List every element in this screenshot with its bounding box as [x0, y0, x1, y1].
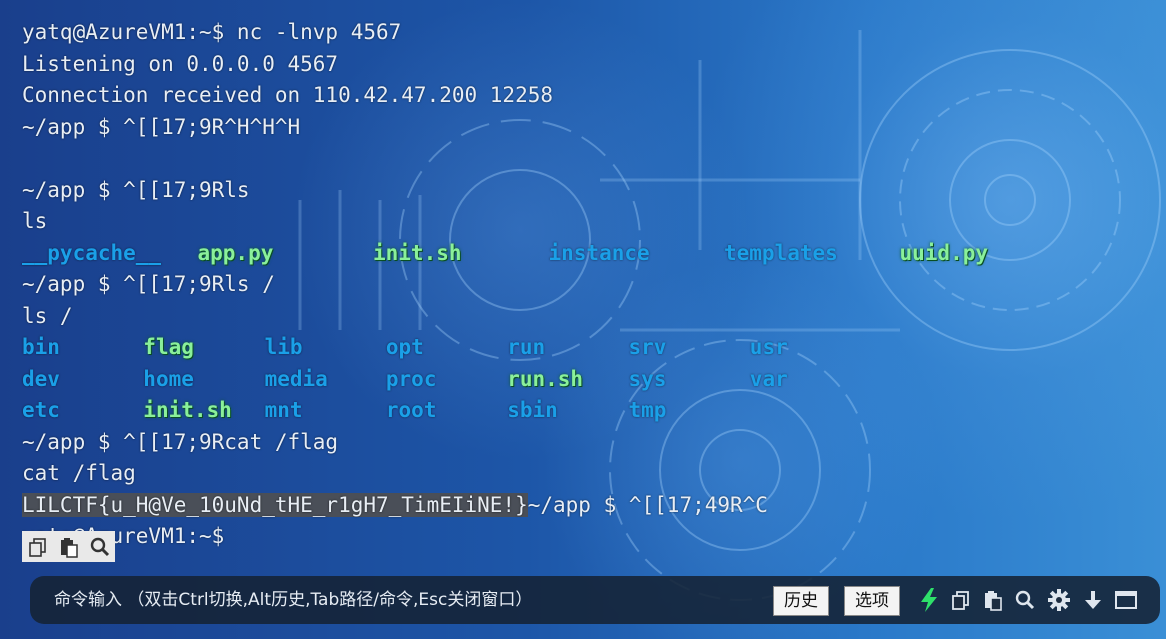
flag-selection[interactable]: LILCTF{u_H@Ve_10uNd_tHE_r1gH7_TimEIiNE!} — [22, 492, 528, 517]
ls-output-row: etc init.sh mnt root sbin tmp — [22, 395, 1166, 427]
history-button[interactable]: 历史 — [773, 586, 829, 616]
directory-entry: srv — [628, 335, 667, 359]
terminal-line: ~/app $ ^[[17;9Rls / — [22, 272, 275, 296]
directory-entry: run — [507, 335, 546, 359]
search-icon[interactable] — [84, 531, 115, 562]
ls-output-row: bin flag lib opt run srv usr — [22, 332, 1166, 364]
terminal-line: ls / — [22, 303, 73, 328]
directory-entry: sbin — [507, 398, 558, 422]
terminal-line: yatq@AzureVM1:~$ nc -lnvp 4567 — [22, 20, 402, 44]
terminal-line: ~/app $ ^[[17;9R^H^H^H — [22, 114, 301, 139]
terminal-line: cat /flag — [22, 461, 136, 485]
terminal-line: Listening on 0.0.0.0 4567 — [22, 51, 339, 76]
directory-entry: root — [385, 398, 437, 422]
executable-file: app.py — [197, 240, 274, 265]
executable-file: init.sh — [373, 240, 462, 265]
ls-output-row: dev home media proc run.sh sys var — [22, 364, 1166, 396]
terminal-line: Connection received on 110.42.47.200 122… — [22, 83, 554, 107]
directory-entry: __pycache__ — [22, 240, 162, 265]
command-input-bar[interactable]: 命令输入 （双击Ctrl切换,Alt历史,Tab路径/命令,Esc关闭窗口） 历… — [30, 576, 1160, 624]
command-hint: 命令输入 （双击Ctrl切换,Alt历史,Tab路径/命令,Esc关闭窗口） — [54, 590, 533, 610]
copy-toolbar — [22, 531, 115, 562]
flag-line: LILCTF{u_H@Ve_10uNd_tHE_r1gH7_TimEIiNE!}… — [22, 490, 1166, 522]
paste-icon[interactable] — [53, 531, 84, 562]
terminal-line: yatq@AzureVM1:~$ — [22, 524, 225, 548]
ls-output-row: __pycache__ app.py init.sh instance template… — [22, 238, 1166, 270]
directory-entry: templates — [724, 240, 838, 265]
directory-entry: etc — [22, 398, 60, 422]
prompt-suffix: ~/app $ ^[[17;49R^C — [527, 492, 768, 517]
window-icon[interactable] — [1113, 587, 1139, 613]
directory-entry: lib — [264, 335, 303, 359]
directory-entry: dev — [22, 366, 60, 391]
directory-entry: mnt — [264, 398, 303, 422]
directory-entry: var — [749, 366, 788, 391]
directory-entry: bin — [22, 335, 60, 359]
directory-entry: usr — [749, 335, 788, 359]
lightning-icon[interactable] — [916, 587, 942, 613]
directory-entry: sys — [628, 366, 667, 391]
paste-icon[interactable] — [980, 587, 1006, 613]
executable-file: flag — [143, 335, 194, 359]
search-icon[interactable] — [1012, 587, 1038, 613]
terminal-line: ls — [22, 209, 48, 233]
directory-entry: proc — [385, 366, 437, 391]
executable-file: init.sh — [143, 398, 232, 422]
copy-icon[interactable] — [22, 531, 53, 562]
executable-file: run.sh — [507, 366, 584, 391]
terminal-output[interactable]: yatq@AzureVM1:~$ nc -lnvp 4567 Listening … — [22, 17, 1166, 553]
directory-entry: opt — [385, 335, 424, 359]
executable-file: uuid.py — [899, 240, 989, 265]
directory-entry: media — [264, 366, 328, 391]
directory-entry: tmp — [628, 398, 667, 422]
terminal-line: ~/app $ ^[[17;9Rls — [22, 177, 250, 202]
download-icon[interactable] — [1080, 587, 1106, 613]
options-button[interactable]: 选项 — [844, 586, 900, 616]
directory-entry: home — [143, 366, 194, 391]
gear-icon[interactable] — [1046, 587, 1072, 613]
copy-icon[interactable] — [948, 587, 974, 613]
terminal-line: ~/app $ ^[[17;9Rcat /flag — [22, 429, 339, 454]
directory-entry: instance — [548, 240, 650, 265]
